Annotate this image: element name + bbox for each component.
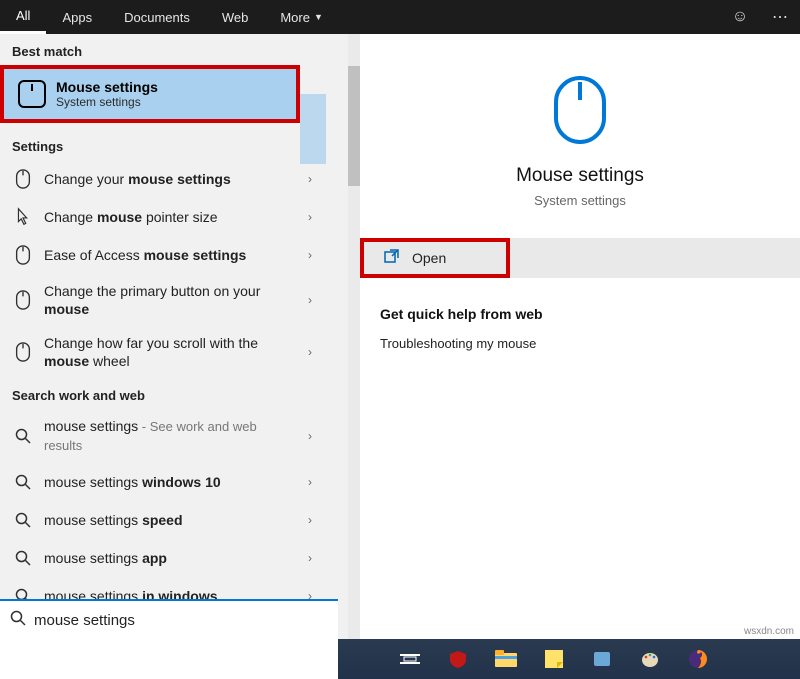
preview-subtitle: System settings [360, 193, 800, 208]
results-panel: Best match Mouse settings System setting… [0, 34, 360, 639]
chevron-right-icon[interactable]: › [308, 429, 312, 443]
preview-actions: Open [360, 238, 800, 278]
result-label: mouse settings speed [44, 511, 296, 529]
chevron-right-icon[interactable]: › [308, 513, 312, 527]
result-label: Change your mouse settings [44, 170, 296, 188]
result-label: mouse settings windows 10 [44, 473, 296, 491]
web-result[interactable]: mouse settings - See work and web result… [0, 409, 326, 463]
settings-heading: Settings [0, 129, 326, 160]
chevron-right-icon[interactable]: › [308, 345, 312, 359]
more-options-icon[interactable]: ⋯ [760, 0, 800, 34]
tab-label: All [16, 8, 30, 23]
settings-result[interactable]: Ease of Access mouse settings › [0, 236, 326, 274]
best-match-subtitle: System settings [56, 95, 158, 109]
search-icon [10, 610, 26, 631]
mouse-icon [360, 74, 800, 151]
best-match-heading: Best match [0, 34, 326, 65]
file-explorer-icon[interactable] [494, 647, 518, 671]
search-icon [14, 550, 32, 566]
open-icon [384, 248, 400, 269]
mcafee-icon[interactable] [446, 647, 470, 671]
sticky-notes-icon[interactable] [542, 647, 566, 671]
chevron-right-icon[interactable]: › [308, 172, 312, 186]
result-label: Ease of Access mouse settings [44, 246, 296, 264]
search-box[interactable] [0, 599, 338, 639]
tab-web[interactable]: Web [206, 0, 265, 34]
web-result[interactable]: mouse settings speed › [0, 501, 326, 539]
tab-documents[interactable]: Documents [108, 0, 206, 34]
result-label: mouse settings - See work and web result… [44, 417, 296, 455]
web-result[interactable]: mouse settings app › [0, 539, 326, 577]
search-icon [14, 428, 32, 444]
mouse-icon [14, 245, 32, 265]
search-scope-tabs: All Apps Documents Web More ▼ ☺ ⋯ [0, 0, 800, 34]
best-match-result[interactable]: Mouse settings System settings [0, 65, 300, 123]
paint-icon[interactable] [638, 647, 662, 671]
tab-label: Documents [124, 10, 190, 25]
mouse-icon [14, 169, 32, 189]
preview-title: Mouse settings [360, 165, 800, 187]
tab-label: Web [222, 10, 249, 25]
search-input[interactable] [34, 612, 328, 629]
best-match-title: Mouse settings [56, 79, 158, 95]
settings-result[interactable]: Change the primary button on your mouse … [0, 274, 326, 326]
feedback-icon[interactable]: ☺ [720, 0, 760, 34]
preview-panel: Mouse settings System settings Open Get … [360, 34, 800, 639]
mouse-icon [18, 80, 46, 108]
tab-label: Apps [62, 10, 92, 25]
tab-more[interactable]: More ▼ [264, 0, 339, 34]
search-icon [14, 474, 32, 490]
taskbar [338, 639, 800, 679]
settings-result[interactable]: Change your mouse settings › [0, 160, 326, 198]
pointer-icon [14, 207, 32, 227]
mouse-icon [14, 290, 32, 310]
scrollbar[interactable] [348, 34, 360, 639]
open-button[interactable]: Open [360, 238, 510, 278]
tab-label: More [280, 10, 310, 25]
chevron-right-icon[interactable]: › [308, 293, 312, 307]
help-link-troubleshooting[interactable]: Troubleshooting my mouse [380, 336, 780, 351]
mouse-icon [14, 342, 32, 362]
selection-highlight-tail [300, 94, 326, 164]
open-label: Open [412, 250, 446, 266]
result-label: Change the primary button on your mouse [44, 282, 296, 318]
watermark: wsxdn.com [744, 626, 794, 637]
chevron-right-icon[interactable]: › [308, 551, 312, 565]
chevron-right-icon[interactable]: › [308, 475, 312, 489]
firefox-icon[interactable] [686, 647, 710, 671]
settings-result[interactable]: Change how far you scroll with the mouse… [0, 326, 326, 378]
app-icon[interactable] [590, 647, 614, 671]
web-heading: Search work and web [0, 378, 326, 409]
result-label: Change how far you scroll with the mouse… [44, 334, 296, 370]
chevron-right-icon[interactable]: › [308, 248, 312, 262]
result-label: mouse settings app [44, 549, 296, 567]
settings-result[interactable]: Change mouse pointer size › [0, 198, 326, 236]
result-label: Change mouse pointer size [44, 208, 296, 226]
quick-help-heading: Get quick help from web [380, 306, 780, 322]
chevron-down-icon: ▼ [314, 12, 323, 22]
tab-all[interactable]: All [0, 0, 46, 34]
scrollbar-thumb[interactable] [348, 66, 360, 186]
tab-apps[interactable]: Apps [46, 0, 108, 34]
chevron-right-icon[interactable]: › [308, 210, 312, 224]
web-result[interactable]: mouse settings windows 10 › [0, 463, 326, 501]
task-view-icon[interactable] [398, 647, 422, 671]
search-icon [14, 512, 32, 528]
